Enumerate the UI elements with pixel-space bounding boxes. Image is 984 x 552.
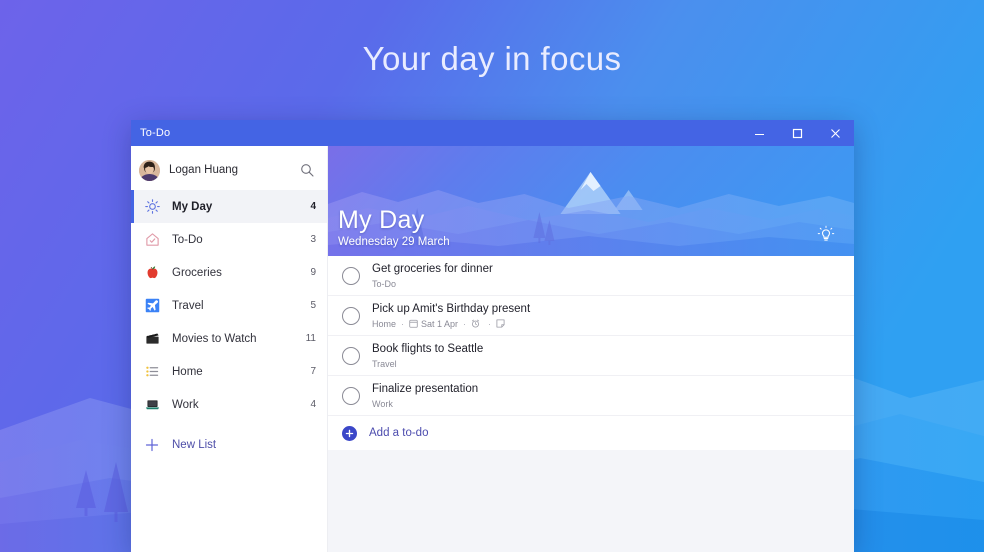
sidebar-item-groceries[interactable]: Groceries 9 xyxy=(131,256,327,289)
meta-separator: · xyxy=(463,318,467,329)
app-body: Logan Huang My Day 4 To-Do 3 Groceries 9… xyxy=(131,146,854,552)
new-list-label: New List xyxy=(172,438,217,451)
alarm-clock-icon xyxy=(471,319,480,328)
minimize-button[interactable] xyxy=(740,120,778,146)
search-icon[interactable] xyxy=(297,160,317,180)
lightbulb-icon[interactable] xyxy=(815,223,837,245)
avatar[interactable] xyxy=(139,159,160,181)
promo-headline: Your day in focus xyxy=(362,40,622,77)
account-row[interactable]: Logan Huang xyxy=(131,152,327,188)
add-todo-button[interactable]: Add a to-do xyxy=(328,416,854,450)
sidebar-item-count: 7 xyxy=(310,366,316,377)
task-row[interactable]: Finalize presentation Work xyxy=(328,376,854,416)
airplane-icon xyxy=(142,298,162,313)
close-button[interactable] xyxy=(816,120,854,146)
sidebar-item-count: 4 xyxy=(310,201,316,212)
task-title: Pick up Amit's Birthday present xyxy=(372,303,531,316)
task-list-name: Home xyxy=(372,318,397,329)
sidebar-item-label: My Day xyxy=(172,200,213,213)
task-list-name: Work xyxy=(372,398,393,409)
sidebar-item-count: 3 xyxy=(310,234,316,245)
sidebar-item-travel[interactable]: Travel 5 xyxy=(131,289,327,322)
account-name: Logan Huang xyxy=(169,164,239,176)
hero-header: My Day Wednesday 29 March xyxy=(328,146,854,256)
task-due-date: Sat 1 Apr xyxy=(421,318,459,329)
calendar-icon xyxy=(409,319,418,328)
task-list-name: To-Do xyxy=(372,278,397,289)
sun-icon xyxy=(142,199,162,214)
sidebar-nav: My Day 4 To-Do 3 Groceries 9 Travel 5 Mo… xyxy=(131,190,327,421)
list-icon xyxy=(142,364,162,379)
sidebar-item-label: Movies to Watch xyxy=(172,332,257,345)
sidebar-item-label: To-Do xyxy=(172,233,203,246)
sidebar-item-label: Work xyxy=(172,398,199,411)
hero-text: My Day Wednesday 29 March xyxy=(338,205,450,248)
window-titlebar[interactable]: To-Do xyxy=(131,120,854,146)
house-check-icon xyxy=(142,232,162,247)
task-meta: Travel xyxy=(372,359,483,369)
meta-separator: · xyxy=(488,318,492,329)
sidebar-item-label: Groceries xyxy=(172,266,222,279)
task-checkbox[interactable] xyxy=(342,386,360,405)
laptop-icon xyxy=(142,397,162,412)
note-icon xyxy=(496,319,505,328)
plus-icon xyxy=(142,438,162,452)
sidebar-item-count: 4 xyxy=(310,399,316,410)
sidebar-item-work[interactable]: Work 4 xyxy=(131,388,327,421)
task-title: Finalize presentation xyxy=(372,383,479,396)
sidebar-item-home[interactable]: Home 7 xyxy=(131,355,327,388)
main-panel: My Day Wednesday 29 March Get groceries … xyxy=(328,146,854,552)
window-controls xyxy=(740,120,854,146)
task-row[interactable]: Get groceries for dinner To-Do xyxy=(328,256,854,296)
sidebar-item-count: 11 xyxy=(305,333,316,344)
task-title: Get groceries for dinner xyxy=(372,263,493,276)
plus-circle-icon xyxy=(342,425,357,441)
task-checkbox[interactable] xyxy=(342,306,360,325)
sidebar: Logan Huang My Day 4 To-Do 3 Groceries 9… xyxy=(131,146,328,552)
task-list: Get groceries for dinner To-Do Pick up A… xyxy=(328,256,854,450)
meta-separator: · xyxy=(401,318,405,329)
todo-app-window: To-Do Logan Huang My Day 4 To-Do 3 Groce… xyxy=(131,120,854,552)
task-meta: To-Do xyxy=(372,279,493,289)
hero-date: Wednesday 29 March xyxy=(338,236,450,248)
sidebar-item-to-do[interactable]: To-Do 3 xyxy=(131,223,327,256)
add-todo-label: Add a to-do xyxy=(369,427,429,439)
task-text: Book flights to Seattle Travel xyxy=(372,342,483,368)
sidebar-item-movies-to-watch[interactable]: Movies to Watch 11 xyxy=(131,322,327,355)
clapperboard-icon xyxy=(142,331,162,346)
task-checkbox[interactable] xyxy=(342,346,360,365)
task-text: Pick up Amit's Birthday present Home · S… xyxy=(372,302,530,328)
task-meta: Work xyxy=(372,399,478,409)
task-list-name: Travel xyxy=(372,358,397,369)
sidebar-item-label: Home xyxy=(172,365,203,378)
task-text: Get groceries for dinner To-Do xyxy=(372,262,493,288)
maximize-button[interactable] xyxy=(778,120,816,146)
sidebar-item-count: 9 xyxy=(310,267,316,278)
apple-icon xyxy=(142,265,162,280)
page-title: My Day xyxy=(338,205,425,234)
task-row[interactable]: Pick up Amit's Birthday present Home · S… xyxy=(328,296,854,336)
sidebar-item-count: 5 xyxy=(310,300,316,311)
new-list-button[interactable]: New List xyxy=(131,428,327,461)
task-meta: Home · Sat 1 Apr · · xyxy=(372,319,530,329)
empty-list-area xyxy=(328,450,854,552)
task-text: Finalize presentation Work xyxy=(372,382,478,408)
sidebar-item-my-day[interactable]: My Day 4 xyxy=(131,190,327,223)
task-checkbox[interactable] xyxy=(342,266,360,285)
task-title: Book flights to Seattle xyxy=(372,343,484,356)
sidebar-item-label: Travel xyxy=(172,299,204,312)
window-title: To-Do xyxy=(140,127,171,139)
task-row[interactable]: Book flights to Seattle Travel xyxy=(328,336,854,376)
